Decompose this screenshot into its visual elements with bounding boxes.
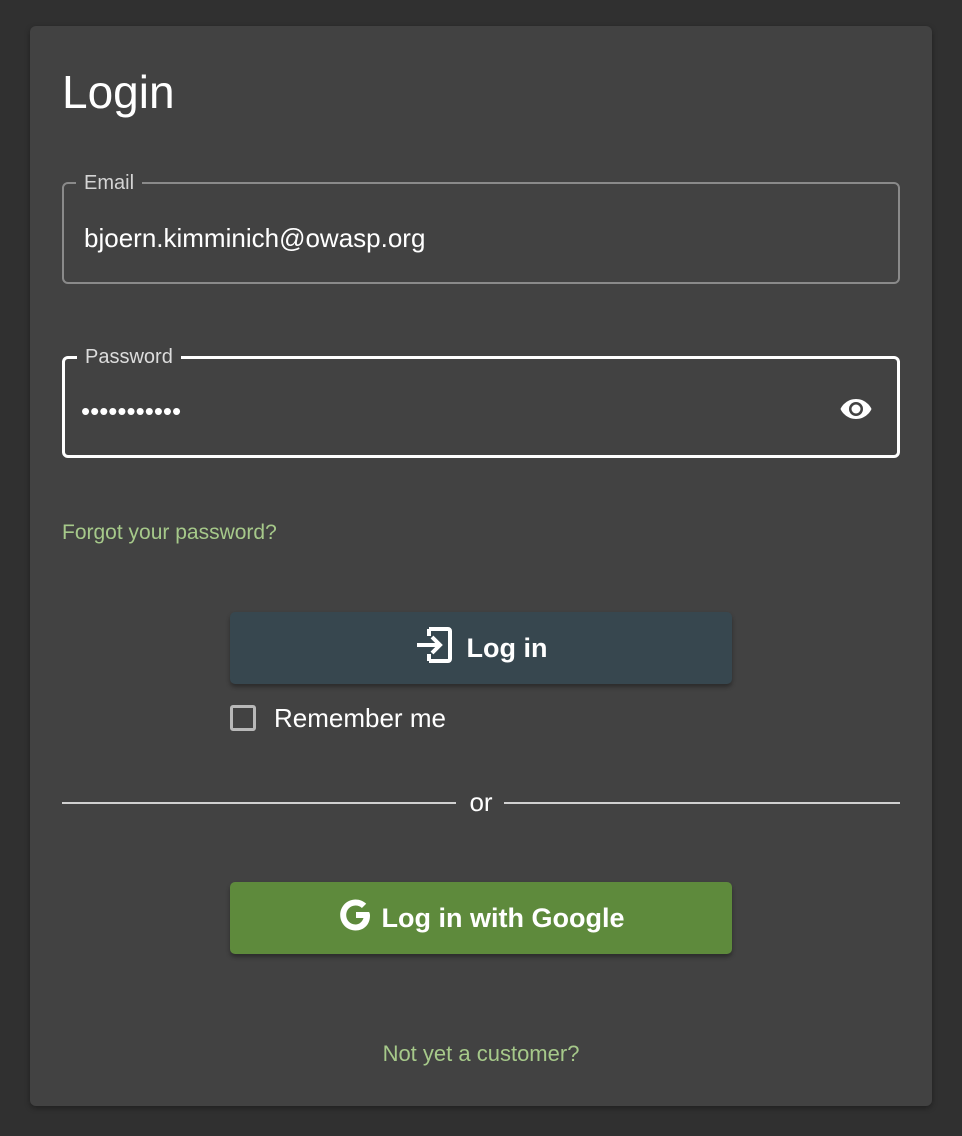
email-field[interactable]: Email bjoern.kimminich@owasp.org [62,171,900,284]
remember-me-label: Remember me [274,703,446,733]
password-field[interactable]: Password ••••••••••• [62,345,900,458]
password-label: Password [77,345,181,369]
forgot-password-link[interactable]: Forgot your password? [62,520,277,546]
checkbox-box[interactable] [230,705,256,731]
email-label: Email [76,171,143,195]
login-button[interactable]: Log in [230,612,732,684]
divider-text: or [469,787,493,817]
or-divider: or [62,787,900,817]
google-login-button[interactable]: Log in with Google [230,882,732,954]
divider-line-right [504,802,900,804]
login-card: Login Email bjoern.kimminich@owasp.org P… [30,26,932,1106]
google-icon [338,897,374,940]
login-button-label: Log in [466,632,548,663]
email-input-value[interactable]: bjoern.kimminich@owasp.org [84,223,425,253]
login-icon [415,626,453,671]
remember-me-checkbox[interactable]: Remember me [230,702,446,734]
divider-line-left [62,802,456,804]
register-link[interactable]: Not yet a customer? [30,1040,932,1068]
password-input-value[interactable]: ••••••••••• [81,396,181,426]
google-button-label: Log in with Google [381,902,625,933]
page-title: Login [62,66,175,118]
eye-icon[interactable] [839,396,873,422]
